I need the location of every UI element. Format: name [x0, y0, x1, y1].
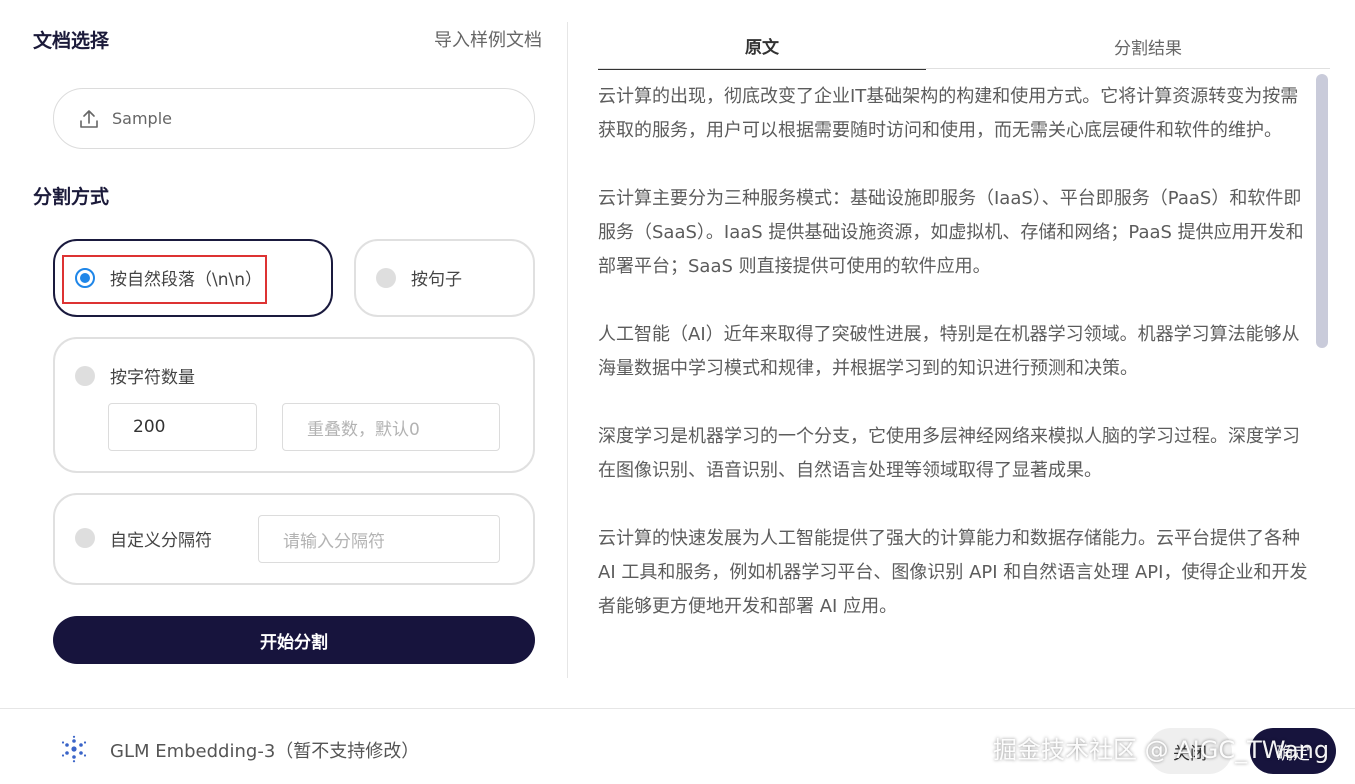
separator-input[interactable]: 请输入分隔符 [258, 515, 500, 563]
confirm-button[interactable]: 确定 [1250, 728, 1336, 774]
left-panel: 文档选择 导入样例文档 Sample 分割方式 按自然段落（\n\n） 按句子 … [0, 0, 568, 708]
option-sentence-label: 按句子 [411, 270, 462, 290]
char-count-input[interactable]: 200 [108, 403, 257, 451]
option-sentence-radio[interactable] [376, 268, 396, 288]
option-custom-label: 自定义分隔符 [110, 531, 212, 551]
model-label: GLM Embedding-3（暂不支持修改） [110, 741, 420, 762]
paragraph: 云计算主要分为三种服务模式：基础设施即服务（IaaS）、平台即服务（PaaS）和… [598, 188, 1304, 277]
upload-label: Sample [112, 109, 172, 128]
upload-field[interactable]: Sample [53, 88, 535, 149]
start-split-button[interactable]: 开始分割 [53, 616, 535, 664]
paragraph: 人工智能（AI）近年来取得了突破性进展，特别是在机器学习领域。机器学习算法能够从… [598, 324, 1300, 379]
paragraph: 深度学习是机器学习的一个分支，它使用多层神经网络来模拟人脑的学习过程。深度学习在… [598, 426, 1300, 481]
overlap-input[interactable]: 重叠数，默认0 [282, 403, 500, 451]
right-panel: 原文 分割结果 云计算的出现，彻底改变了企业IT基础架构的构建和使用方式。它将计… [568, 0, 1355, 708]
doc-section-title: 文档选择 [33, 30, 110, 52]
split-section-title: 分割方式 [33, 186, 110, 208]
option-char-count-label: 按字符数量 [110, 368, 195, 388]
option-custom-radio[interactable] [75, 528, 95, 548]
import-sample-link[interactable]: 导入样例文档 [434, 26, 542, 52]
upload-icon [80, 109, 98, 128]
tab-original[interactable]: 原文 [598, 22, 926, 70]
content-scrollbar[interactable] [1316, 74, 1328, 348]
tab-split-result[interactable]: 分割结果 [966, 22, 1330, 70]
original-text: 云计算的出现，彻底改变了企业IT基础架构的构建和使用方式。它将计算资源转变为按需… [598, 80, 1310, 658]
glm-logo-icon [61, 735, 87, 763]
option-char-count-radio[interactable] [75, 366, 95, 386]
paragraph: 云计算的出现，彻底改变了企业IT基础架构的构建和使用方式。它将计算资源转变为按需… [598, 86, 1299, 141]
highlight-box [62, 255, 267, 304]
tab-underline [598, 68, 1330, 69]
close-button[interactable]: 关闭 [1148, 728, 1232, 774]
footer-divider [0, 708, 1355, 709]
paragraph: 云计算的快速发展为人工智能提供了强大的计算能力和数据存储能力。云平台提供了各种 … [598, 528, 1308, 617]
